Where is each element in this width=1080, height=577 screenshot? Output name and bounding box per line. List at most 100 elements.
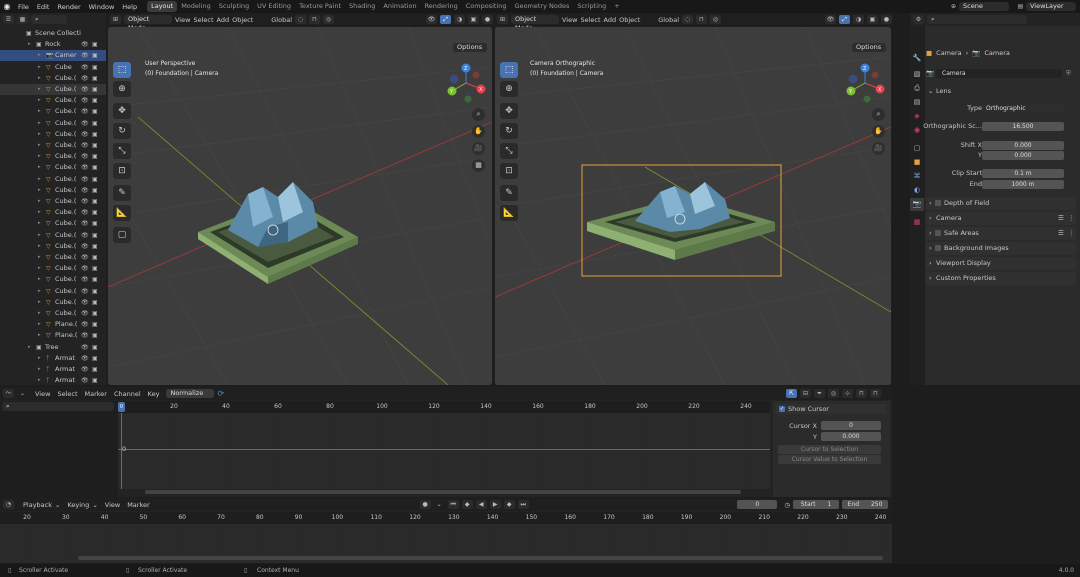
scene-selector[interactable]: Scene — [959, 2, 1009, 11]
tool-tab-icon[interactable]: 🔧 — [910, 52, 924, 65]
show-cursor-row[interactable]: ✓ Show Cursor — [776, 404, 886, 414]
expand-arrow-icon[interactable]: ▸ — [38, 50, 41, 61]
outliner-row[interactable]: ▸ ▽ Cube.(👁 ▣ — [0, 263, 106, 274]
object-mode-selector[interactable]: Object Mode — [124, 15, 172, 32]
workspace-tab-modeling[interactable]: Modeling — [177, 1, 215, 12]
menu-help[interactable]: Help — [118, 3, 141, 11]
measure-tool-button[interactable]: 📐 — [113, 205, 131, 221]
select-tool-button[interactable]: ⬚ — [113, 62, 131, 78]
depth-of-field-checkbox[interactable] — [935, 200, 941, 206]
menu-edit[interactable]: Edit — [33, 3, 54, 11]
outliner-row[interactable]: ▸ ▽ Cube.(👁 ▣ — [0, 118, 106, 129]
menu-view[interactable]: View — [175, 16, 190, 24]
viewport-right-canvas[interactable]: Camera Orthographic (0) Foundation | Cam… — [495, 27, 891, 385]
render-camera-icon[interactable]: ▣ — [92, 39, 98, 50]
visibility-icon[interactable]: 👁 — [825, 15, 836, 24]
render-camera-icon[interactable]: ▣ — [92, 140, 98, 151]
visibility-eye-icon[interactable]: 👁 — [81, 174, 89, 185]
transform-tool-button[interactable]: ⊡ — [500, 163, 518, 179]
outliner-row[interactable]: ▸ ▽ Cube.(👁 ▣ — [0, 230, 106, 241]
expand-arrow-icon[interactable]: ▸ — [38, 73, 41, 84]
expand-arrow-icon[interactable]: ▸ — [38, 95, 41, 106]
orientation-selector[interactable]: Global — [271, 16, 292, 24]
object-tab-icon[interactable]: ■ — [910, 156, 924, 169]
proportional-icon[interactable]: ◎ — [828, 389, 839, 398]
ortho-scale-field[interactable]: 16.500 — [982, 122, 1064, 131]
render-camera-icon[interactable]: ▣ — [92, 50, 98, 61]
menu-marker[interactable]: Marker — [85, 390, 107, 398]
expand-arrow-icon[interactable]: ▸ — [38, 174, 41, 185]
outliner-row[interactable]: ▸ ▽ Cube.(👁 ▣ — [0, 185, 106, 196]
world-tab-icon[interactable]: ◉ — [910, 124, 924, 137]
visibility-eye-icon[interactable]: 👁 — [81, 84, 89, 95]
show-cursor-checkbox[interactable]: ✓ — [779, 406, 785, 412]
render-camera-icon[interactable]: ▣ — [92, 106, 98, 117]
editor-type-icon[interactable]: 〜 — [3, 389, 14, 398]
scene-icon[interactable]: ⊕ — [948, 2, 959, 11]
menu-select[interactable]: Select — [193, 16, 213, 24]
visibility-eye-icon[interactable]: 👁 — [81, 50, 89, 61]
workspace-tab-compositing[interactable]: Compositing — [462, 1, 511, 12]
outliner-row[interactable]: ▸ ▽ Cube.(👁 ▣ — [0, 308, 106, 319]
viewlayer-selector[interactable]: ViewLayer — [1026, 2, 1076, 11]
expand-arrow-icon[interactable]: ▸ — [38, 308, 41, 319]
workspace-tab-rendering[interactable]: Rendering — [421, 1, 462, 12]
visibility-eye-icon[interactable]: 👁 — [81, 196, 89, 207]
expand-arrow-icon[interactable]: ▸ — [38, 330, 41, 341]
navigation-gizmo[interactable]: ZXY — [444, 61, 488, 105]
visibility-eye-icon[interactable]: 👁 — [81, 364, 89, 375]
output-tab-icon[interactable]: ⎙ — [910, 82, 924, 95]
shading-icon[interactable]: ● — [482, 15, 493, 24]
zoom-icon[interactable]: ⌕ — [472, 108, 485, 121]
proportional-icon[interactable]: ◎ — [710, 15, 722, 24]
rotate-tool-button[interactable]: ↻ — [113, 123, 131, 139]
play-button[interactable]: ▶ — [489, 500, 501, 509]
expand-arrow-icon[interactable]: ▸ — [38, 151, 41, 162]
annotate-tool-button[interactable]: ✎ — [113, 185, 131, 201]
render-camera-icon[interactable]: ▣ — [92, 263, 98, 274]
expand-arrow-icon[interactable]: ▸ — [38, 297, 41, 308]
render-camera-icon[interactable]: ▣ — [92, 129, 98, 140]
keyframe-menu-icon[interactable]: ⌄ — [434, 500, 445, 509]
blender-logo-icon[interactable]: ◉ — [0, 2, 14, 11]
outliner-row[interactable]: ▸ ▽ Cube.(👁 ▣ — [0, 196, 106, 207]
render-camera-icon[interactable]: ▣ — [92, 207, 98, 218]
editor-type-icon[interactable]: ☰ — [3, 15, 14, 24]
visibility-eye-icon[interactable]: 👁 — [81, 185, 89, 196]
zoom-icon[interactable]: ⌕ — [872, 108, 885, 121]
render-camera-icon[interactable]: ▣ — [92, 286, 98, 297]
menu-keying[interactable]: Keying — [67, 501, 89, 509]
cursor-tool-button[interactable]: ⊕ — [500, 81, 518, 97]
only-selected-icon[interactable]: ⇱ — [786, 389, 797, 398]
workspace-tab-uv-editing[interactable]: UV Editing — [253, 1, 295, 12]
normalize-toggle[interactable]: Normalize — [166, 389, 215, 398]
render-camera-icon[interactable]: ▣ — [92, 364, 98, 375]
mode-selector-icon[interactable]: ⌄ — [17, 389, 28, 398]
expand-arrow-icon[interactable]: ▸ — [38, 185, 41, 196]
overlay-icon[interactable]: ◑ — [853, 15, 864, 24]
outliner-row[interactable]: ▸ ▽ Cube.(👁 ▣ — [0, 174, 106, 185]
render-camera-icon[interactable]: ▣ — [92, 174, 98, 185]
expand-arrow-icon[interactable]: ▸ — [38, 230, 41, 241]
outliner-row[interactable]: ▸ ▣ Tree 👁 ▣ — [0, 342, 106, 353]
clock-icon[interactable]: ◷ — [784, 501, 790, 509]
navigation-gizmo[interactable]: ZXY — [843, 61, 887, 105]
menu-select[interactable]: Select — [57, 390, 77, 398]
cursor-tool-button[interactable]: ⊕ — [113, 81, 131, 97]
show-hidden-icon[interactable]: ⊟ — [800, 389, 811, 398]
next-key-button[interactable]: ◆ — [503, 500, 515, 509]
workspace-tab-geometry-nodes[interactable]: Geometry Nodes — [511, 1, 574, 12]
overlay-icon[interactable]: ◑ — [454, 15, 465, 24]
visibility-icon[interactable]: 👁 — [426, 15, 437, 24]
orientation-selector[interactable]: Global — [658, 16, 679, 24]
safe-areas-panel[interactable]: › Safe Areas ☰ ⋮ — [926, 227, 1076, 240]
filter-icon[interactable]: ⏷ — [814, 389, 825, 398]
outliner-row[interactable]: ▸ ▽ Plane.(👁 ▣ — [0, 319, 106, 330]
visibility-eye-icon[interactable]: 👁 — [81, 162, 89, 173]
rotate-tool-button[interactable]: ↻ — [500, 123, 518, 139]
current-frame-field[interactable]: 0 — [737, 500, 778, 509]
texture-tab-icon[interactable]: ▦ — [910, 216, 924, 229]
expand-arrow-icon[interactable]: ▸ — [38, 252, 41, 263]
proportional-icon[interactable]: ◎ — [323, 15, 335, 24]
outliner-row[interactable]: ▸ ▽ Cube.(👁 ▣ — [0, 151, 106, 162]
